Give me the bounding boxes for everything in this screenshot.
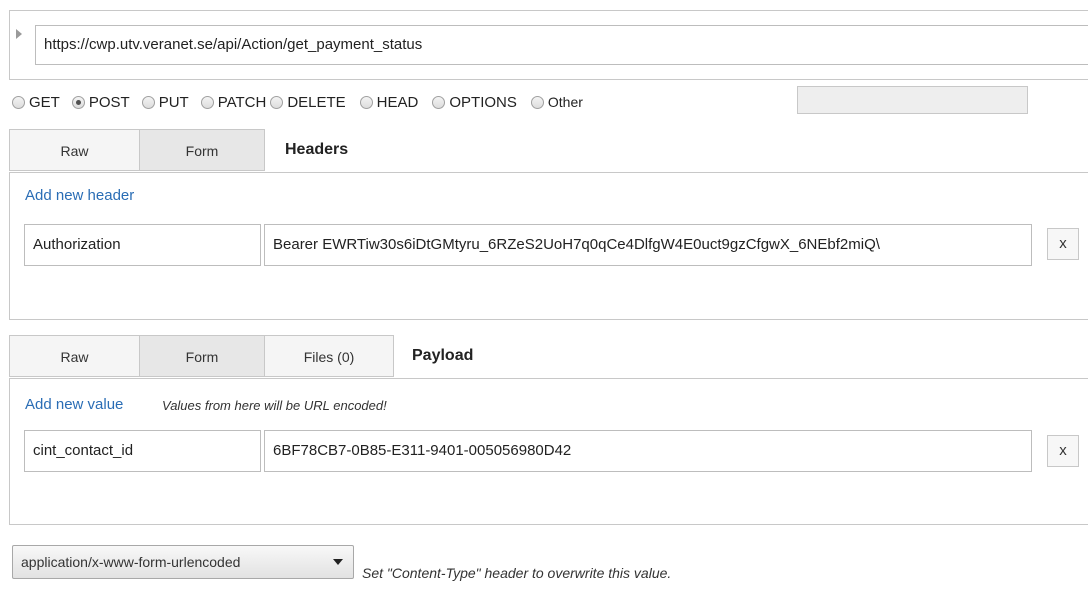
method-post-label: POST <box>88 93 130 111</box>
radio-patch[interactable] <box>200 95 214 109</box>
method-get[interactable]: GET <box>12 94 60 111</box>
method-delete-label: DELETE <box>287 93 346 111</box>
method-head-label: HEAD <box>376 93 419 111</box>
headers-title: Headers <box>285 141 349 158</box>
url-encoded-hint: Values from here will be URL encoded! <box>162 398 387 413</box>
radio-post[interactable] <box>71 95 85 109</box>
remove-header-button[interactable]: x <box>1047 228 1079 260</box>
add-value-link[interactable]: Add new value <box>25 396 123 413</box>
method-selector: GET POST PUT PATCH DELETE HEAD OPTIONS O… <box>12 90 595 114</box>
method-put-label: PUT <box>158 93 189 111</box>
radio-other[interactable] <box>530 95 544 109</box>
method-options[interactable]: OPTIONS <box>432 94 517 111</box>
headers-tab-form[interactable]: Form <box>139 129 265 171</box>
headers-tab-raw[interactable]: Raw <box>9 129 140 171</box>
content-type-select[interactable]: application/x-www-form-urlencoded <box>12 545 354 579</box>
radio-get[interactable] <box>12 95 25 109</box>
payload-value-field[interactable]: 6BF78CB7-0B85-E311-9401-005056980D42 <box>264 430 1032 472</box>
radio-head[interactable] <box>359 95 373 109</box>
chevron-down-icon <box>333 559 343 565</box>
payload-tab-files[interactable]: Files (0) <box>264 335 394 377</box>
method-other[interactable]: Other <box>530 94 583 110</box>
payload-name-field[interactable]: cint_contact_id <box>24 430 261 472</box>
payload-title: Payload <box>412 347 474 364</box>
remove-value-button[interactable]: x <box>1047 435 1079 467</box>
expand-toggle-icon[interactable] <box>16 29 22 39</box>
method-options-label: OPTIONS <box>449 93 517 111</box>
content-type-hint: Set "Content-Type" header to overwrite t… <box>362 565 672 581</box>
url-input[interactable]: https://cwp.utv.veranet.se/api/Action/ge… <box>35 25 1088 65</box>
method-patch-label: PATCH <box>217 93 267 111</box>
method-post[interactable]: POST <box>71 93 130 111</box>
header-name-field[interactable]: Authorization <box>24 224 261 266</box>
payload-tab-raw[interactable]: Raw <box>9 335 140 377</box>
method-put[interactable]: PUT <box>141 93 189 111</box>
method-other-label: Other <box>547 94 583 110</box>
radio-options[interactable] <box>432 95 446 109</box>
method-patch[interactable]: PATCH <box>200 93 267 111</box>
method-head[interactable]: HEAD <box>359 93 419 111</box>
method-get-label: GET <box>29 93 60 111</box>
other-method-input[interactable] <box>797 86 1028 114</box>
header-value-field[interactable]: Bearer EWRTiw30s6iDtGMtyru_6RZeS2UoH7q0q… <box>264 224 1032 266</box>
add-header-link[interactable]: Add new header <box>25 187 134 204</box>
radio-put[interactable] <box>141 95 155 109</box>
content-type-value: application/x-www-form-urlencoded <box>21 554 241 570</box>
radio-delete[interactable] <box>270 95 284 109</box>
method-delete[interactable]: DELETE <box>270 93 346 111</box>
payload-tab-form[interactable]: Form <box>139 335 265 377</box>
